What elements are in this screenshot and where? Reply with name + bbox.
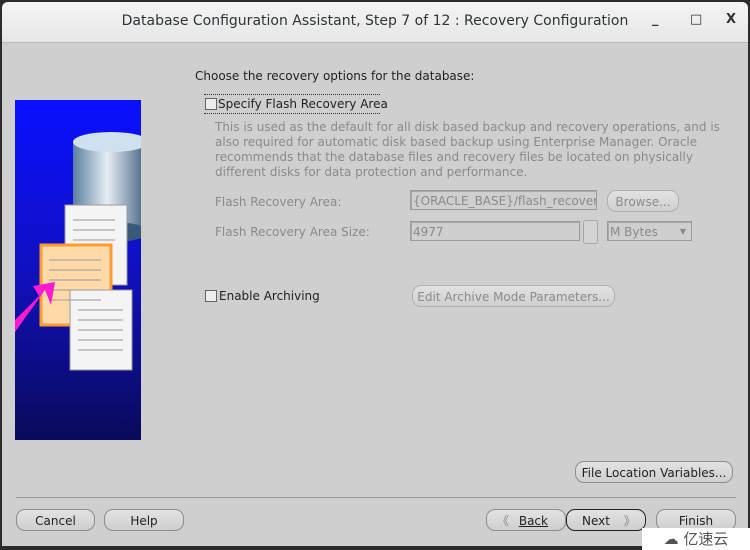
checkbox-label: Enable Archiving: [219, 289, 320, 303]
size-unit-value: M Bytes: [610, 225, 658, 239]
checkbox-box[interactable]: [205, 290, 217, 302]
enable-archiving-checkbox[interactable]: Enable Archiving: [205, 288, 325, 304]
help-button[interactable]: Help: [104, 509, 184, 531]
specify-flash-recovery-checkbox[interactable]: Specify Flash Recovery Area: [204, 94, 388, 114]
chevron-left-icon: 《: [497, 514, 510, 528]
minimize-icon[interactable]: _: [652, 12, 659, 27]
dialog-window: Database Configuration Assistant, Step 7…: [2, 2, 748, 546]
database-files-icon: [15, 132, 141, 371]
flash-recovery-area-input: {ORACLE_BASE}/flash_recovery_: [410, 190, 597, 210]
database-illustration: [15, 100, 141, 440]
browse-button: Browse...: [607, 190, 679, 212]
footer-divider: [16, 497, 736, 498]
next-button[interactable]: Next 》: [566, 509, 646, 531]
file-location-variables-button[interactable]: File Location Variables...: [575, 461, 733, 483]
size-unit-select: M Bytes ▼: [607, 221, 692, 241]
chevron-down-icon: ▼: [679, 227, 686, 236]
flash-recovery-size-label: Flash Recovery Area Size:: [215, 225, 370, 239]
size-spinner: [583, 220, 598, 244]
recovery-options-heading: Choose the recovery options for the data…: [195, 69, 475, 83]
close-icon[interactable]: X: [726, 12, 736, 27]
checkbox-box[interactable]: [205, 98, 217, 110]
title-bar: Database Configuration Assistant, Step 7…: [2, 2, 748, 43]
back-button[interactable]: 《 Back: [486, 509, 566, 531]
flash-recovery-description: This is used as the default for all disk…: [215, 120, 720, 179]
checkbox-label: Specify Flash Recovery Area: [218, 97, 388, 111]
cancel-button[interactable]: Cancel: [16, 509, 95, 531]
next-label: Next: [582, 514, 610, 528]
back-label: Back: [518, 514, 548, 528]
watermark-logo: ☁ 亿速云: [642, 528, 750, 550]
flash-recovery-size-input: 4977: [410, 221, 580, 241]
flash-recovery-area-label: Flash Recovery Area:: [215, 195, 342, 209]
window-title: Database Configuration Assistant, Step 7…: [121, 13, 629, 29]
chevron-right-icon: 》: [623, 514, 636, 528]
maximize-icon[interactable]: □: [690, 12, 702, 27]
edit-archive-mode-button: Edit Archive Mode Parameters...: [412, 285, 615, 307]
